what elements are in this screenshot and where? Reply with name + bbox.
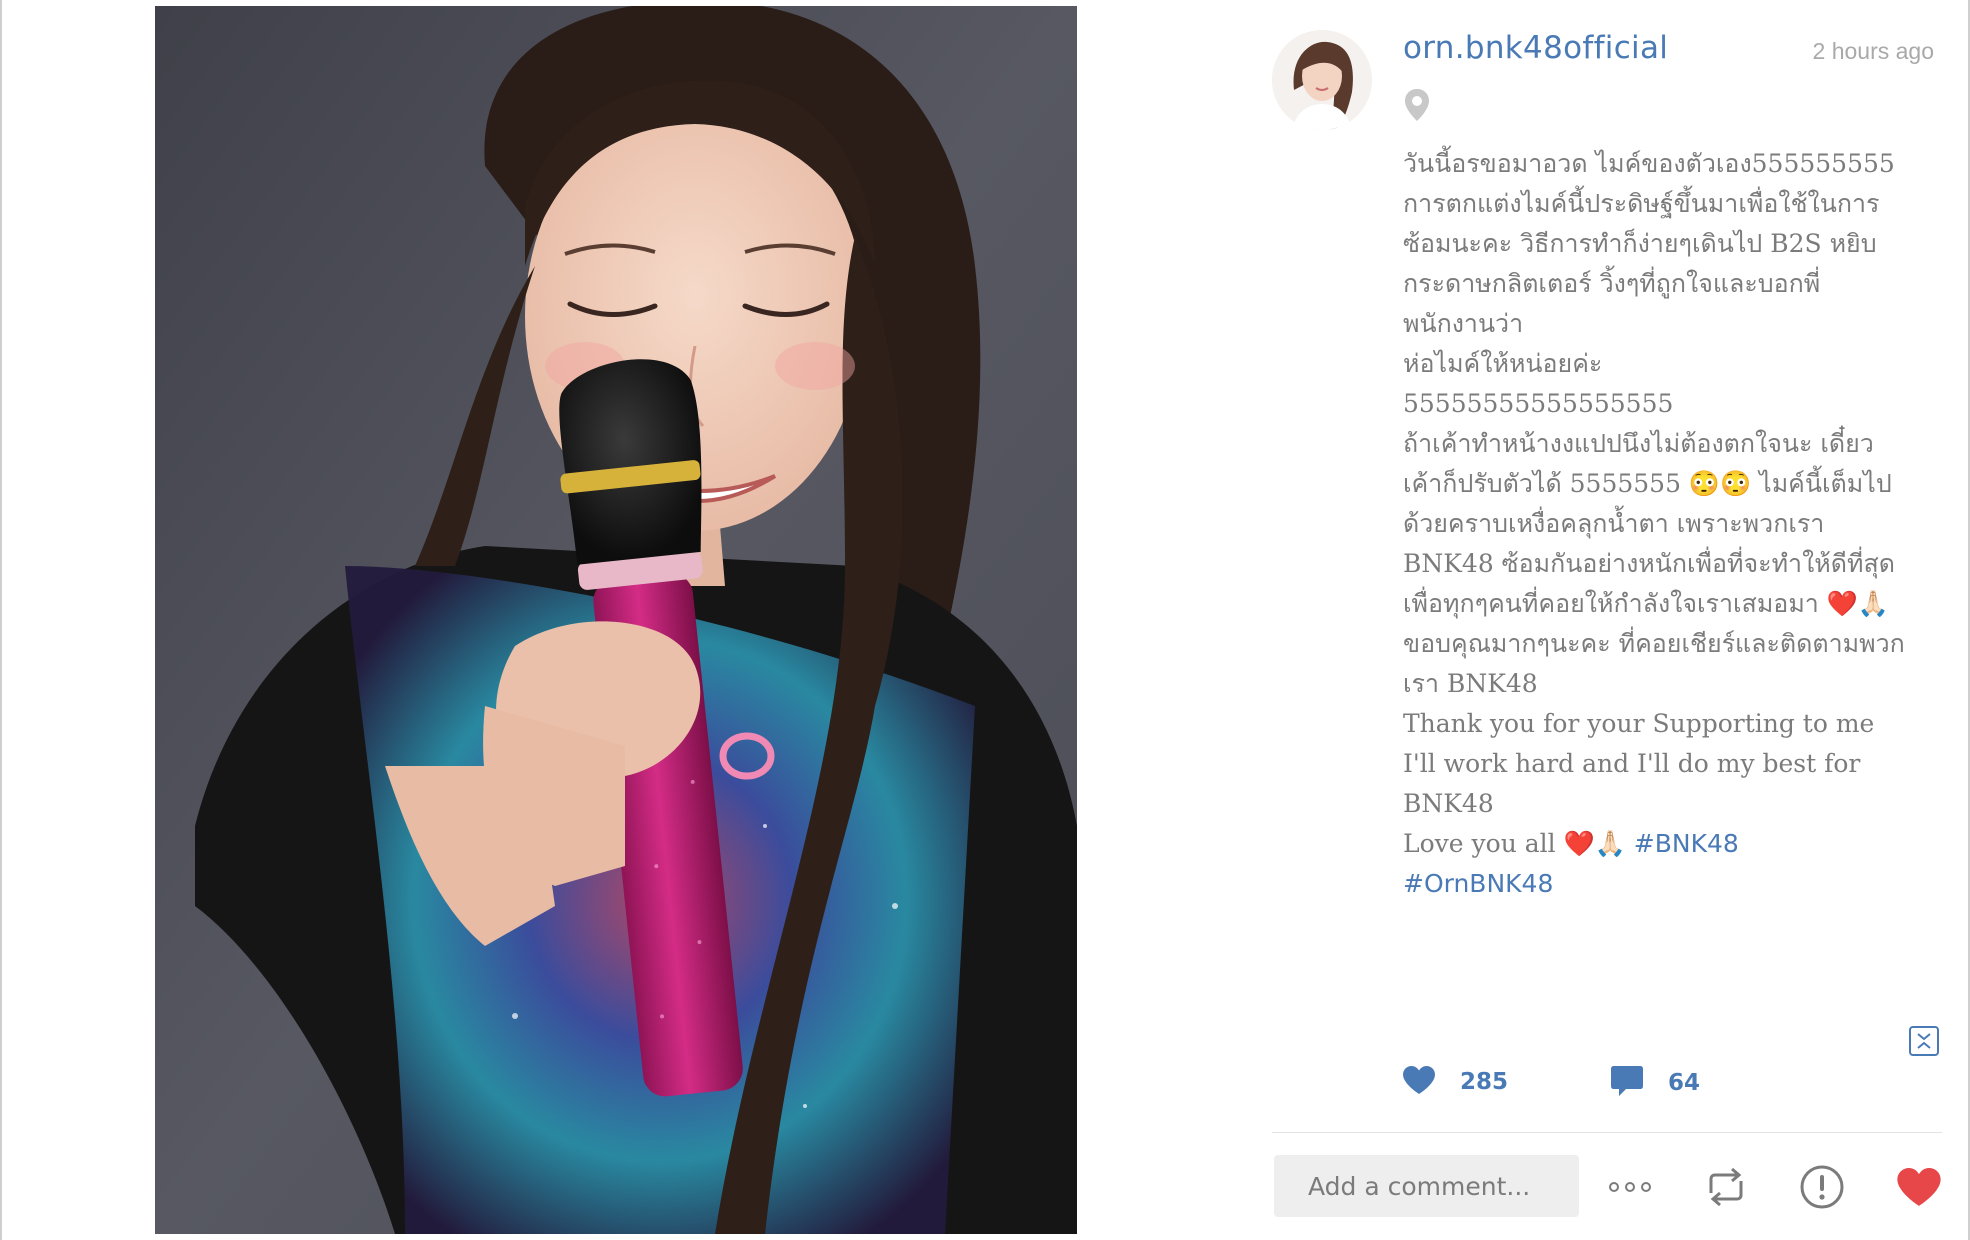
heart-icon: [1402, 1065, 1436, 1099]
post-stats: 285 64: [1402, 1065, 1962, 1109]
caption-line: เค้าก็ปรับตัวได้ 5555555 😳😳 ไมค์นี้เต็มไ…: [1403, 469, 1892, 498]
post-photo[interactable]: [155, 6, 1077, 1234]
caption-line: ถ้าเค้าทำหน้างงแปปนึงไม่ต้องตกใจนะ เดี๋ย…: [1403, 429, 1874, 458]
caption-line: ขอบคุณมากๆนะคะ ที่คอยเชียร์และติดตามพวก: [1403, 629, 1905, 658]
caption-line: ด้วยคราบเหงื่อคลุกน้ำตา เพราะพวกเรา: [1403, 509, 1825, 538]
post-viewer-window: orn.bnk48official 2 hours ago วันนี้อรขอ…: [0, 0, 1970, 1240]
comment-bubble-icon: [1610, 1065, 1644, 1101]
collapse-icon[interactable]: [1909, 1026, 1939, 1056]
post-caption: วันนี้อรขอมาอวด ไมค์ของตัวเอง555555555 กา…: [1403, 144, 1943, 904]
caption-line: BNK48: [1403, 789, 1494, 818]
heart-filled-icon[interactable]: [1892, 1160, 1946, 1214]
add-comment-input[interactable]: Add a comment...: [1274, 1155, 1579, 1217]
caption-line: I'll work hard and I'll do my best for: [1403, 749, 1861, 778]
caption-line: ห่อไมค์ให้หน่อยค่ะ: [1403, 349, 1603, 378]
caption-line: การตกแต่งไมค์นี้ประดิษฐ์ขึ้นมาเพื่อใช้ใน…: [1403, 189, 1880, 218]
caption-line: เพื่อทุกๆคนที่คอยให้กำลังใจเราเสมอมา ❤️🙏…: [1403, 589, 1890, 618]
post-timestamp: 2 hours ago: [1812, 38, 1934, 64]
caption-line: กระดาษกลิตเตอร์ วิ้งๆที่ถูกใจและบอกพี่: [1403, 269, 1821, 298]
username-link[interactable]: orn.bnk48official: [1403, 30, 1668, 66]
divider: [1272, 1132, 1942, 1133]
caption-line: Thank you for your Supporting to me: [1403, 709, 1875, 738]
hashtag[interactable]: #BNK48: [1634, 829, 1739, 858]
caption-line: พนักงานว่า: [1403, 309, 1524, 338]
comments-stat[interactable]: 64: [1610, 1065, 1700, 1101]
caption-line: BNK48 ซ้อมกันอย่างหนักเพื่อที่จะทำให้ดีท…: [1403, 549, 1895, 578]
likes-count: 285: [1460, 1069, 1509, 1095]
likes-stat[interactable]: 285: [1402, 1065, 1508, 1099]
more-dots-icon[interactable]: [1603, 1160, 1657, 1214]
caption-line: ซ้อมนะคะ วิธีการทำก็ง่ายๆเดินไป B2S หยิบ: [1403, 229, 1877, 258]
caption-line: เรา BNK48: [1403, 669, 1538, 698]
hashtag[interactable]: #OrnBNK48: [1403, 864, 1943, 904]
caption-line: Love you all ❤️🙏🏻 #BNK48: [1403, 829, 1739, 858]
caption-line: วันนี้อรขอมาอวด ไมค์ของตัวเอง555555555: [1403, 149, 1895, 178]
repost-icon[interactable]: [1699, 1160, 1753, 1214]
report-icon[interactable]: [1795, 1160, 1849, 1214]
comments-count: 64: [1668, 1070, 1701, 1096]
location-pin-icon[interactable]: [1404, 88, 1430, 122]
profile-avatar[interactable]: [1272, 30, 1372, 130]
caption-line: 55555555555555555: [1403, 389, 1674, 418]
